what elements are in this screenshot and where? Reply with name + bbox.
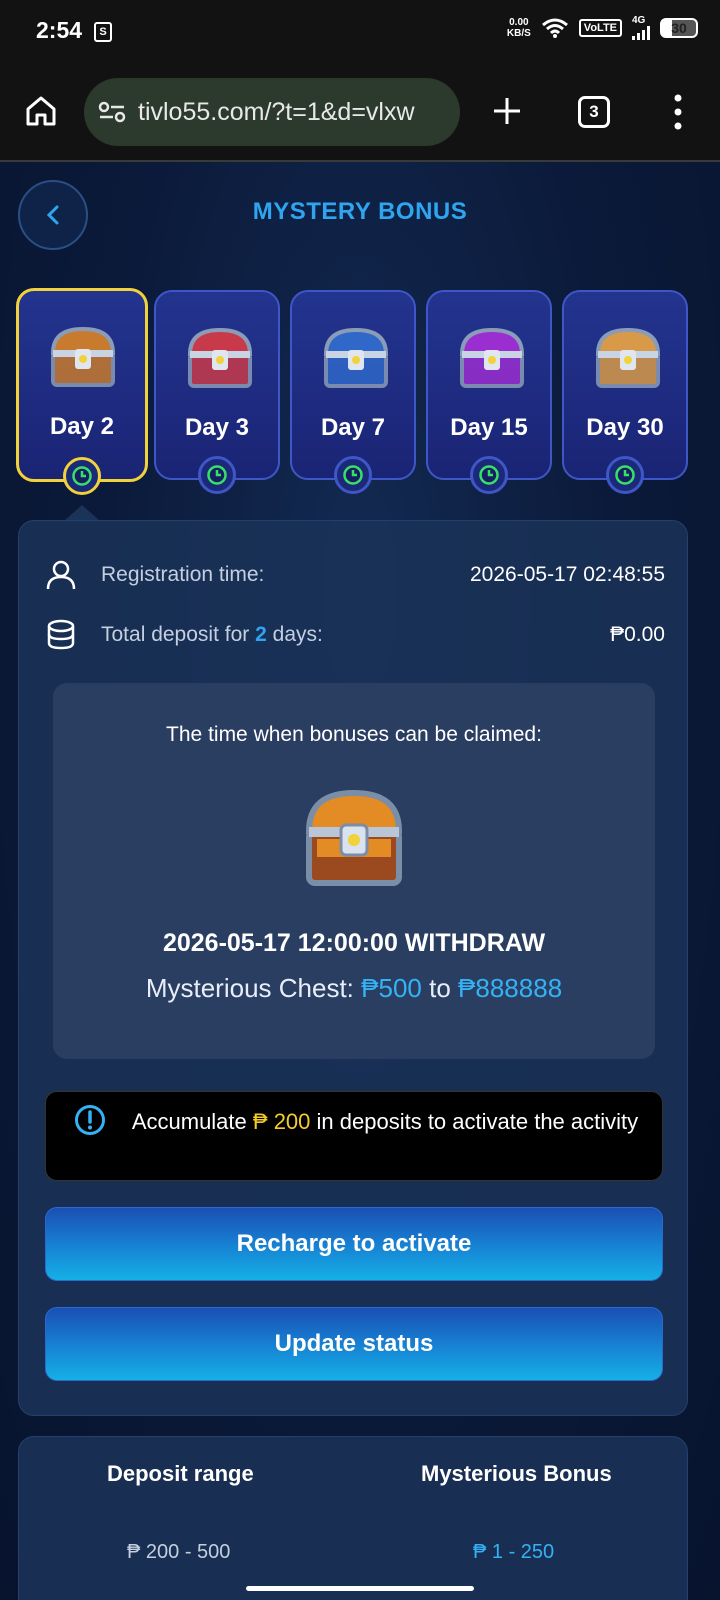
notice-text: Accumulate ₱ 200 in deposits to activate… (120, 1100, 650, 1144)
chest-max: ₱888888 (458, 973, 563, 1003)
page-content: MYSTERY BONUS Day 2 Day 3 Day 7 Day 15 Day 3… (0, 162, 720, 1600)
network-type: 4G (632, 15, 646, 26)
home-icon[interactable] (24, 94, 58, 128)
browser-toolbar: tivlo55.com/?t=1&d=vlxw 3 (0, 64, 720, 162)
active-day-pointer (64, 505, 100, 521)
status-bar: 2:54 S 0.00 KB/S VoLTE 4G 30 (0, 0, 720, 64)
bonus-table: Deposit range Mysterious Bonus ₱ 200 - 5… (18, 1436, 688, 1600)
deposit-label-post: days: (272, 623, 323, 646)
update-status-button[interactable]: Update status (45, 1307, 663, 1381)
url-text[interactable]: tivlo55.com/?t=1&d=vlxw (138, 98, 448, 127)
day-tab-2[interactable]: Day 2 (16, 288, 148, 495)
claim-heading: The time when bonuses can be claimed: (166, 723, 542, 746)
new-tab-icon[interactable] (492, 96, 522, 126)
day-tab-3[interactable]: Day 3 (154, 290, 280, 494)
deposit-label-pre: Total deposit for (101, 623, 250, 646)
day-tab-15[interactable]: Day 15 (426, 290, 552, 494)
table-cell-bonus: ₱ 1 - 250 (473, 1541, 555, 1563)
treasure-chest-icon (459, 327, 525, 388)
info-icon (75, 1105, 105, 1135)
registration-label: Registration time: (101, 563, 265, 586)
chest-to: to (429, 973, 451, 1003)
clock-icon (63, 457, 101, 495)
col-deposit-range: Deposit range (107, 1461, 254, 1486)
address-bar[interactable]: tivlo55.com/?t=1&d=vlxw (84, 78, 460, 146)
registration-value: 2026-05-17 02:48:55 (470, 563, 665, 586)
status-icons: 0.00 KB/S VoLTE 4G 30 (507, 16, 698, 40)
claim-card: The time when bonuses can be claimed: 20… (53, 683, 655, 1059)
clock-icon (606, 456, 644, 494)
signal-group: 4G (632, 16, 650, 40)
wifi-icon (541, 18, 568, 38)
day-label: Day 2 (49, 413, 115, 440)
claim-datetime: 2026-05-17 12:00:00 WITHDRAW (162, 929, 546, 957)
notice-pre: Accumulate (131, 1109, 247, 1134)
more-menu-icon[interactable] (674, 94, 682, 130)
bonus-panel: Registration time: 2026-05-17 02:48:55 T… (18, 520, 688, 1416)
day-tab-7[interactable]: Day 7 (290, 290, 416, 494)
deposit-value: ₱0.00 (610, 623, 665, 646)
chest-range: Mysterious Chest: ₱500 to ₱888888 (53, 973, 655, 1004)
table-cell-range: ₱ 200 - 500 (127, 1541, 231, 1563)
deposit-row: Total deposit for 2 days: ₱0.00 (45, 615, 665, 655)
net-speed: 0.00 KB/S (507, 17, 531, 39)
chest-min: ₱500 (361, 973, 422, 1003)
activation-notice: Accumulate ₱ 200 in deposits to activate… (45, 1091, 663, 1181)
status-time: 2:54 (36, 17, 83, 43)
tab-switcher-button[interactable]: 3 (578, 96, 610, 128)
volte-badge: VoLTE (578, 19, 622, 37)
day-label: Day 3 (184, 414, 250, 441)
page-title: MYSTERY BONUS (252, 198, 468, 225)
notice-post: in deposits to activate the activity (316, 1109, 639, 1134)
battery-icon: 30 (660, 18, 698, 38)
clock-icon (198, 456, 236, 494)
treasure-chest-icon (305, 789, 403, 886)
clock-icon (470, 456, 508, 494)
recharge-button[interactable]: Recharge to activate (45, 1207, 663, 1281)
user-icon (46, 560, 76, 590)
deposit-days: 2 (255, 623, 267, 646)
clock-icon (334, 456, 372, 494)
coins-icon (47, 619, 75, 650)
day-tabs: Day 2 Day 3 Day 7 Day 15 Day 30 (16, 288, 706, 495)
site-settings-icon[interactable] (98, 101, 126, 123)
treasure-chest-icon (595, 327, 661, 388)
net-speed-value: 0.00 (509, 17, 529, 28)
registration-row: Registration time: 2026-05-17 02:48:55 (45, 555, 665, 595)
day-tab-30[interactable]: Day 30 (562, 290, 688, 494)
notice-amount: ₱ 200 (252, 1109, 311, 1134)
shopping-bag-icon: S (94, 22, 112, 42)
gesture-bar[interactable] (246, 1586, 474, 1591)
day-label: Day 15 (450, 414, 528, 441)
battery-level: 30 (671, 20, 687, 36)
net-speed-unit: KB/S (506, 28, 531, 39)
chest-prefix: Mysterious Chest: (145, 973, 354, 1003)
day-label: Day 7 (320, 414, 386, 441)
signal-icon (632, 26, 650, 40)
treasure-chest-icon (323, 327, 389, 388)
day-label: Day 30 (586, 414, 664, 441)
col-mysterious-bonus: Mysterious Bonus (421, 1461, 612, 1486)
treasure-chest-icon (187, 327, 253, 388)
deposit-label: Total deposit for 2 days: (101, 623, 323, 647)
treasure-chest-icon (50, 326, 116, 387)
